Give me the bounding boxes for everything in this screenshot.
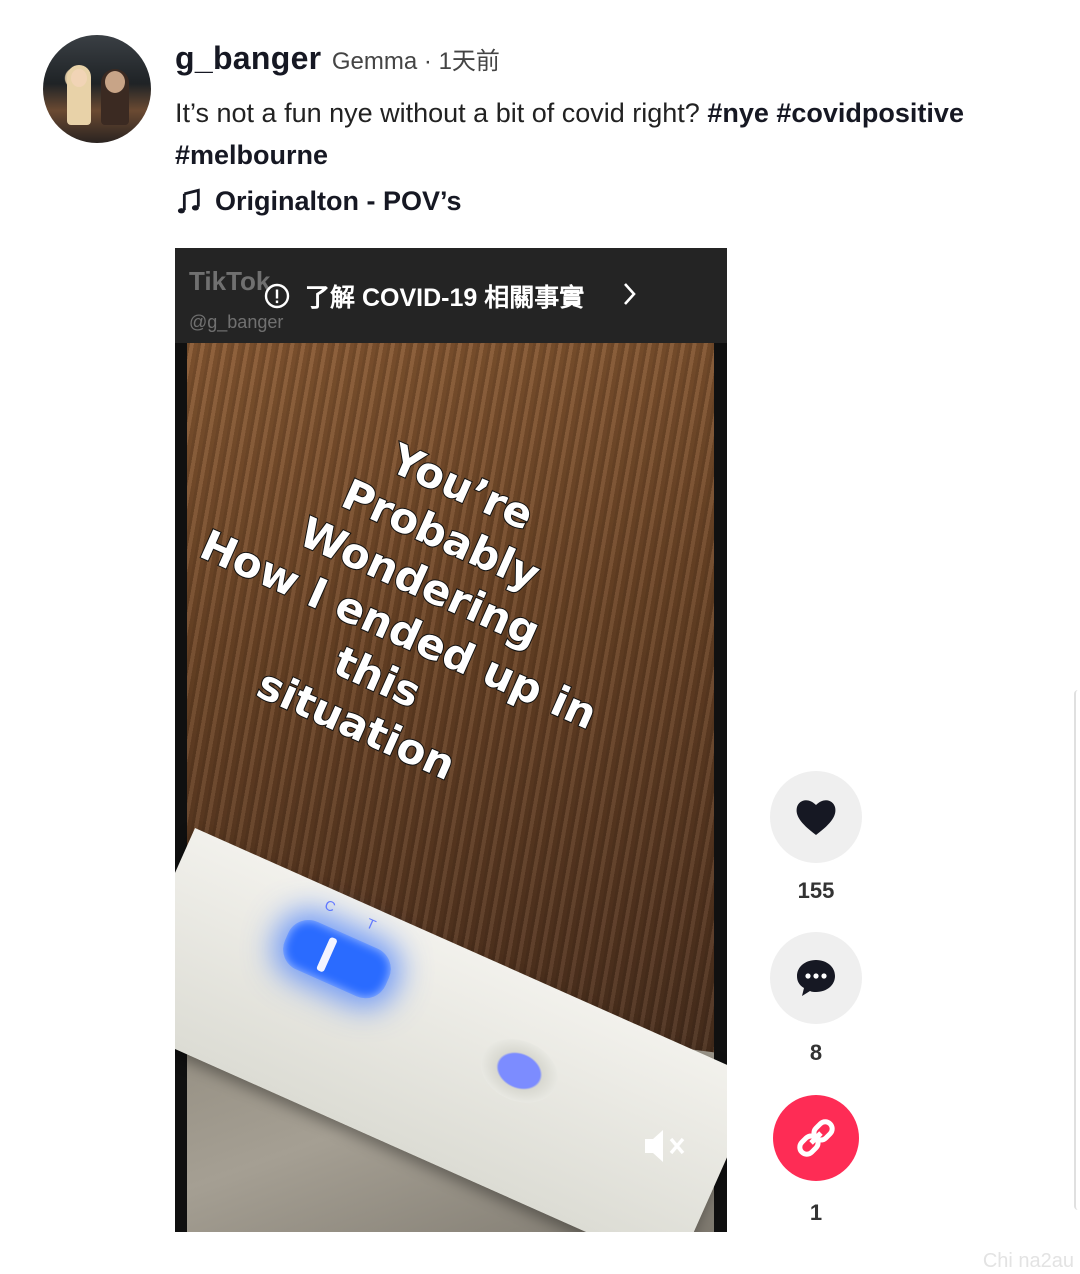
test-sample-well [470,1027,568,1115]
comment-bubble-icon [797,960,835,996]
link-icon [797,1119,835,1157]
tiktok-watermark: TikTok [189,266,271,296]
covid-info-banner[interactable]: TikTok @g_banger 了解 COVID-19 相關事實 [175,248,727,343]
music-title: Originalton - POV’s [215,186,462,216]
covid-banner-text: 了解 COVID-19 相關事實 [305,284,585,312]
avatar-face-1 [71,69,87,87]
like-button[interactable] [770,771,862,863]
comment-button[interactable] [770,932,862,1024]
caption-text: It’s not a fun nye without a bit of covi… [175,98,708,128]
share-link-button[interactable] [773,1095,859,1181]
comment-count: 8 [809,1040,823,1065]
hashtag-covidpositive[interactable]: #covidpositive [776,98,964,128]
nickname-and-time: Gemma · 1天前 [331,48,500,75]
speaker-muted-icon[interactable] [643,1126,691,1166]
music-link[interactable]: Originalton - POV’s [175,186,462,217]
avatar-face-2 [105,71,125,93]
post-header: g_banger Gemma · 1天前 [175,40,500,77]
video-player[interactable]: C T You’re Probably Wondering How I ende… [175,248,727,1232]
chevron-right-icon [624,283,636,305]
user-avatar[interactable] [43,35,151,143]
info-icon [264,283,290,309]
username-link[interactable]: g_banger [175,40,321,76]
post-caption: It’s not a fun nye without a bit of covi… [175,92,1070,176]
heart-icon [796,800,836,835]
hashtag-nye[interactable]: #nye [707,98,769,128]
hashtag-melbourne[interactable]: #melbourne [175,140,328,170]
footer-watermark: Chi na2au [982,1250,1074,1272]
share-count: 1 [809,1200,823,1225]
watermark-handle: @g_banger [189,312,284,332]
music-note-icon [177,188,200,213]
like-count: 155 [797,878,835,903]
side-scroll-handle[interactable] [1074,690,1080,1210]
